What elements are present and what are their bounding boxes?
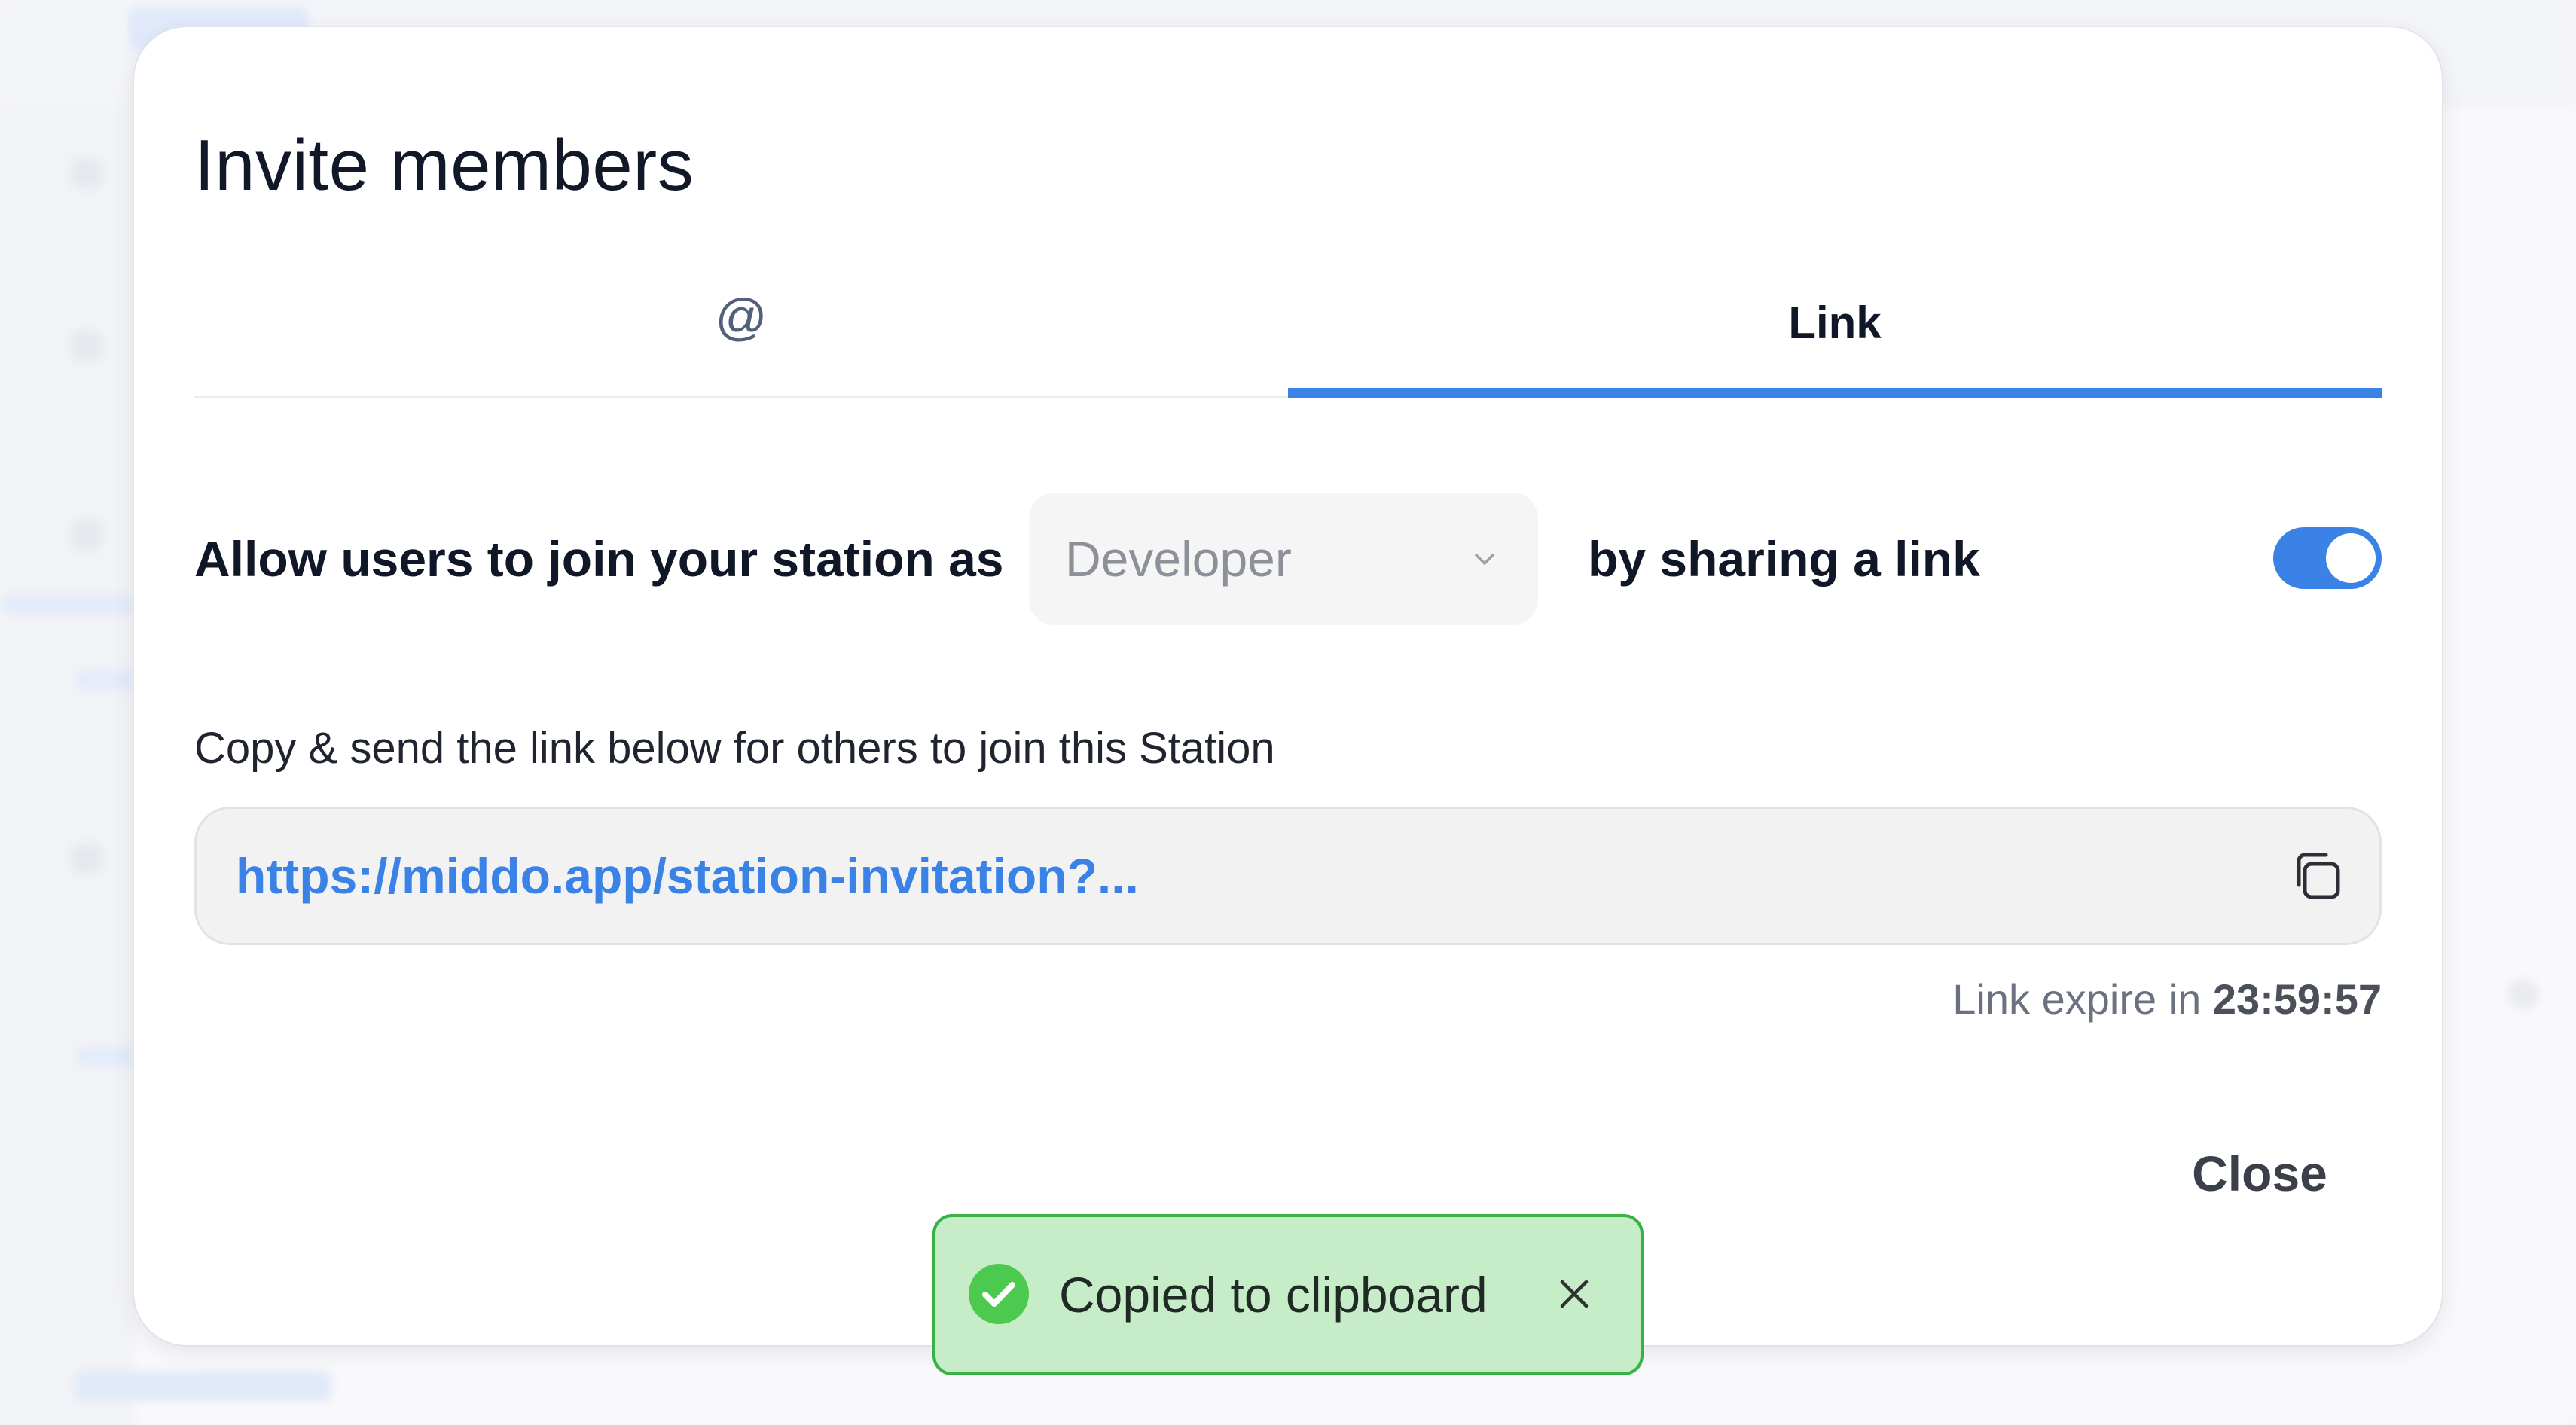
link-expiry-countdown: 23:59:57 <box>2212 975 2382 1023</box>
permission-row: Allow users to join your station as Deve… <box>194 493 2382 625</box>
link-expiry-label: Link expire in <box>1952 975 2202 1023</box>
copied-toast: Copied to clipboard <box>932 1214 1644 1375</box>
permission-suffix: by sharing a link <box>1588 531 1980 587</box>
role-select-value: Developer <box>1065 531 1292 587</box>
background-line <box>0 595 136 615</box>
background-icon <box>2508 979 2538 1009</box>
invite-link[interactable]: https://middo.app/station-invitation?... <box>236 809 1139 943</box>
toast-message: Copied to clipboard <box>1059 1267 1488 1323</box>
close-button[interactable]: Close <box>2169 1136 2350 1211</box>
close-icon <box>1560 1280 1589 1308</box>
background-sidebar <box>0 105 136 1425</box>
background-line <box>75 1371 331 1401</box>
copy-link-button[interactable] <box>2285 844 2349 908</box>
tab-email[interactable]: @ <box>194 249 1288 396</box>
invite-link-field: https://middo.app/station-invitation?... <box>194 807 2382 945</box>
role-select[interactable]: Developer <box>1029 493 1538 625</box>
tab-link-label: Link <box>1788 297 1882 348</box>
toast-close-button[interactable] <box>1543 1262 1606 1326</box>
background-icon <box>72 331 102 362</box>
at-icon: @ <box>715 288 768 346</box>
background-icon <box>72 158 102 188</box>
tab-link[interactable]: Link <box>1288 249 2382 396</box>
permission-prefix: Allow users to join your station as <box>194 531 1004 587</box>
invite-tabs: @ Link <box>194 249 2382 398</box>
link-expiry: Link expire in 23:59:57 <box>1952 973 2382 1026</box>
background-icon <box>72 520 102 550</box>
active-tab-indicator <box>1288 388 2382 398</box>
background-icon <box>72 844 102 874</box>
link-instructions: Copy & send the link below for others to… <box>194 724 1275 773</box>
dialog-title: Invite members <box>194 125 694 206</box>
invite-members-dialog <box>134 27 2442 1345</box>
chevron-down-icon <box>1467 542 1502 576</box>
background-line <box>75 1047 136 1066</box>
copy-icon <box>2297 853 2340 899</box>
background-line <box>75 670 136 690</box>
share-link-toggle[interactable] <box>2273 527 2382 589</box>
check-circle-icon <box>969 1264 1029 1324</box>
toggle-knob <box>2326 533 2376 583</box>
